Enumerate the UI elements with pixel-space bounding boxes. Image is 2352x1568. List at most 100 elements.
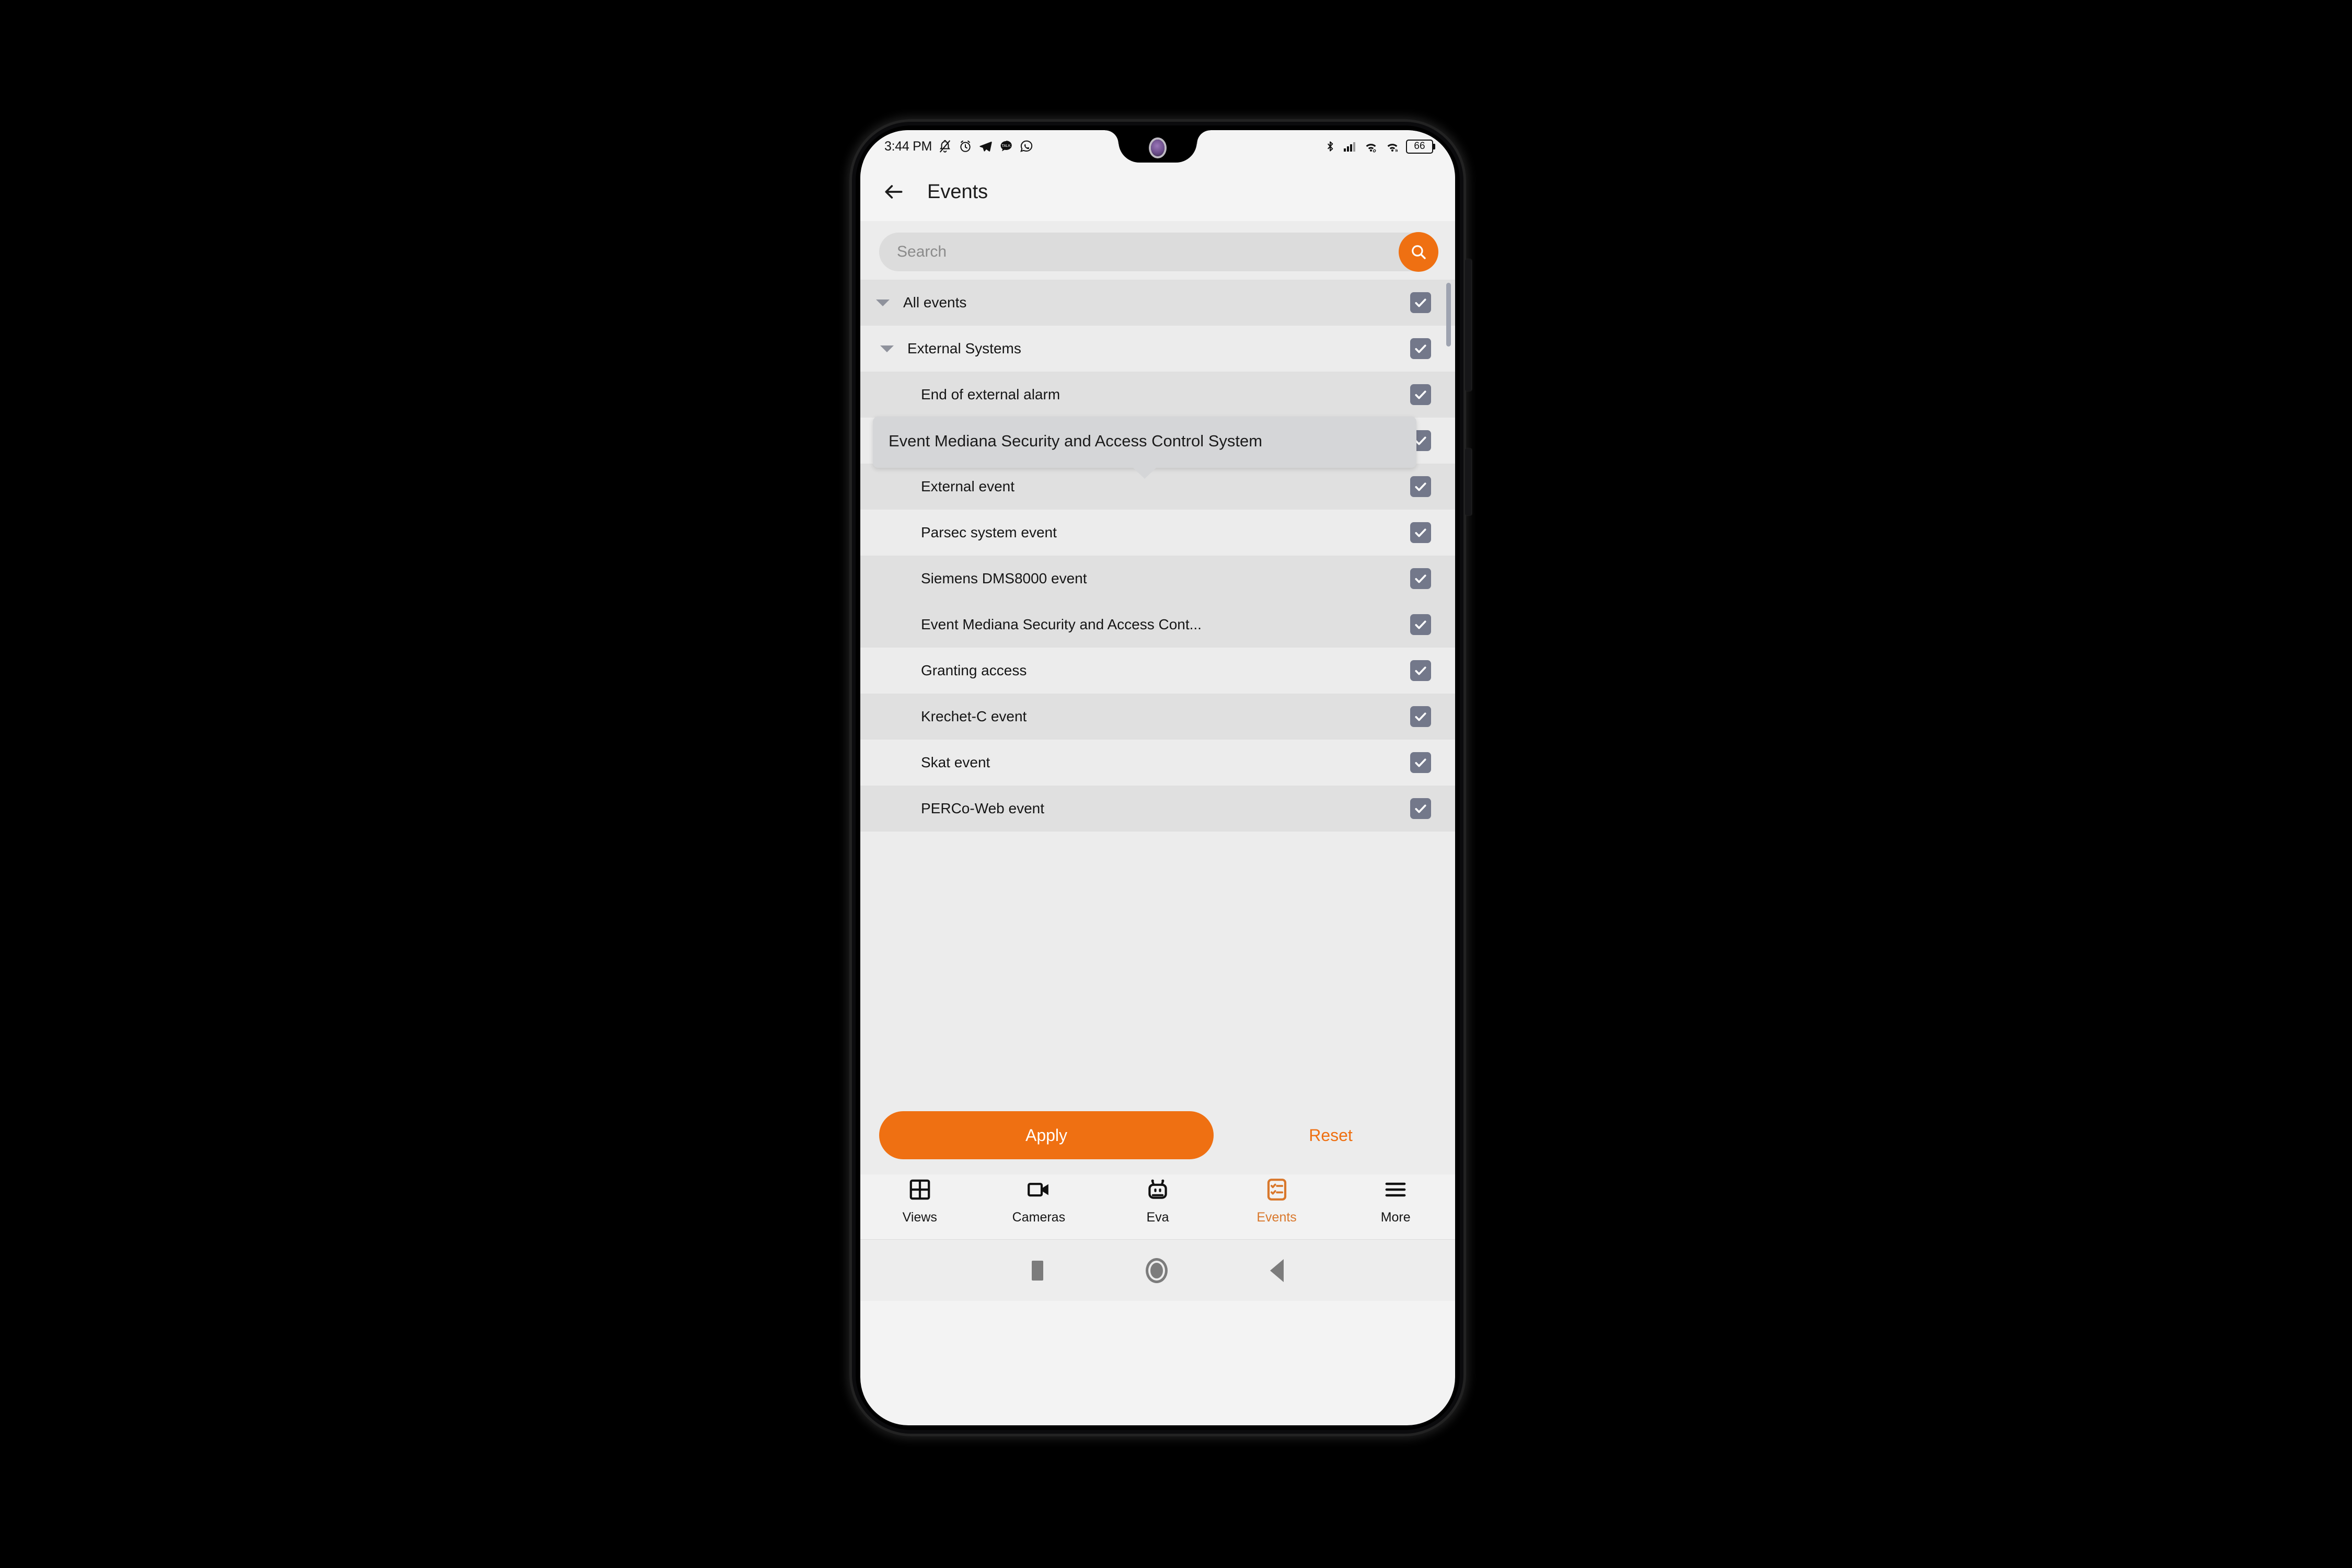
checkbox[interactable] xyxy=(1410,798,1431,819)
checkbox[interactable] xyxy=(1410,752,1431,773)
check-icon xyxy=(1415,390,1426,399)
list-item-label: Skat event xyxy=(921,754,990,770)
search-input[interactable] xyxy=(897,243,1419,261)
alarm-clock-icon xyxy=(960,140,971,152)
list-item[interactable]: Krechet-C event xyxy=(860,694,1455,740)
battery-level: 66 xyxy=(1414,141,1425,152)
telegram-icon xyxy=(979,141,992,152)
list-item[interactable]: External event xyxy=(860,464,1455,510)
video-camera-icon xyxy=(1026,1177,1051,1205)
nav-item-label: More xyxy=(1380,1209,1411,1225)
check-icon xyxy=(1415,758,1426,767)
app-bar: Events xyxy=(860,163,1455,221)
nav-item-more[interactable]: More xyxy=(1336,1177,1455,1225)
status-bar-right: 66 xyxy=(1323,139,1435,154)
list-item-label: Krechet-C event xyxy=(921,708,1027,724)
nav-item-label: Events xyxy=(1256,1209,1297,1225)
checkbox[interactable] xyxy=(1410,568,1431,589)
checkbox[interactable] xyxy=(1410,338,1431,359)
list-item[interactable]: Granting access xyxy=(860,648,1455,694)
circle-home-icon[interactable] xyxy=(1146,1258,1168,1283)
triangle-back-icon[interactable] xyxy=(1270,1259,1284,1282)
grid-icon xyxy=(907,1177,932,1205)
bluetooth-icon xyxy=(1327,141,1333,152)
nav-item-label: Eva xyxy=(1146,1209,1169,1225)
check-icon xyxy=(1415,574,1426,583)
list-item-label: All events xyxy=(903,294,967,310)
power-button[interactable] xyxy=(1465,448,1471,515)
check-icon xyxy=(1415,298,1426,307)
volume-button[interactable] xyxy=(1465,259,1471,391)
chevron-down-icon[interactable] xyxy=(874,299,892,306)
list-item-label: Event Mediana Security and Access Cont..… xyxy=(921,616,1202,632)
list-item[interactable]: Parsec system event xyxy=(860,510,1455,556)
event-list[interactable]: All events External Systems End of externa… xyxy=(860,280,1455,1096)
nav-item-label: Cameras xyxy=(1012,1209,1066,1225)
robot-icon xyxy=(1145,1177,1170,1205)
nav-item-cameras[interactable]: Cameras xyxy=(979,1177,1099,1225)
check-icon xyxy=(1415,666,1426,675)
checkbox[interactable] xyxy=(1410,706,1431,727)
whatsapp-icon xyxy=(1020,140,1033,152)
list-item-label: External event xyxy=(921,478,1014,494)
list-scrollbar[interactable] xyxy=(1446,283,1451,347)
list-item[interactable]: Siemens DMS8000 event xyxy=(860,556,1455,602)
list-item-label: External Systems xyxy=(907,340,1021,356)
action-bar: Apply Reset xyxy=(860,1096,1455,1174)
list-item[interactable]: Skat event xyxy=(860,740,1455,786)
checkbox[interactable] xyxy=(1410,522,1431,543)
search-button[interactable] xyxy=(1399,232,1438,272)
checkbox[interactable] xyxy=(1410,292,1431,313)
signal-bars-icon xyxy=(1344,142,1355,152)
android-nav-bar xyxy=(860,1239,1455,1301)
checklist-icon xyxy=(1264,1177,1289,1205)
square-recents-icon[interactable] xyxy=(1032,1260,1043,1281)
wifi-linked-icon xyxy=(1366,144,1376,153)
front-camera-icon xyxy=(1151,140,1165,156)
status-time: 3:44 PM xyxy=(884,139,932,154)
check-icon xyxy=(1415,712,1426,721)
chevron-down-icon[interactable] xyxy=(878,345,896,352)
tooltip-arrow-icon xyxy=(1133,467,1157,479)
check-icon xyxy=(1415,344,1426,353)
phone-frame: 3:44 PM TALK 66 Events Search All events… xyxy=(849,119,1471,1436)
svg-text:TALK: TALK xyxy=(1002,144,1011,148)
status-bar-left: 3:44 PM TALK xyxy=(884,139,1034,154)
list-item[interactable]: End of external alarm xyxy=(860,372,1455,418)
checkbox[interactable] xyxy=(1410,384,1431,405)
list-item[interactable]: Event Mediana Security and Access Cont..… xyxy=(860,602,1455,648)
check-icon xyxy=(1415,620,1426,629)
search-row xyxy=(860,221,1455,280)
list-item[interactable]: All events xyxy=(860,280,1455,326)
list-item[interactable]: PERCo-Web event xyxy=(860,786,1455,832)
list-item-label: Parsec system event xyxy=(921,524,1057,540)
app-body: All events External Systems End of externa… xyxy=(860,221,1455,1174)
tooltip-text: Event Mediana Security and Access Contro… xyxy=(889,432,1263,450)
search-icon xyxy=(1412,245,1426,259)
checkbox[interactable] xyxy=(1410,476,1431,497)
list-rows: All events External Systems End of externa… xyxy=(860,280,1455,832)
checkbox[interactable] xyxy=(1410,660,1431,681)
check-icon xyxy=(1415,804,1426,813)
nav-item-label: Views xyxy=(902,1209,937,1225)
talk-bubble-icon: TALK xyxy=(1000,141,1012,152)
nav-item-views[interactable]: Views xyxy=(860,1177,979,1225)
phone-screen: 3:44 PM TALK 66 Events Search All events… xyxy=(860,130,1455,1425)
wifi-icon xyxy=(1387,144,1398,152)
battery-icon: 66 xyxy=(1406,139,1435,154)
check-icon xyxy=(1415,528,1426,537)
list-item[interactable]: External Systems xyxy=(860,326,1455,372)
list-item-label: PERCo-Web event xyxy=(921,800,1045,816)
nav-item-eva[interactable]: Eva xyxy=(1098,1177,1217,1225)
back-arrow-icon[interactable] xyxy=(882,180,905,203)
list-item-label: Siemens DMS8000 event xyxy=(921,570,1087,586)
page-title: Events xyxy=(927,180,988,203)
nav-item-events[interactable]: Events xyxy=(1217,1177,1336,1225)
search-field[interactable] xyxy=(879,232,1438,272)
check-icon xyxy=(1415,482,1426,491)
apply-button[interactable]: Apply xyxy=(879,1111,1214,1159)
checkbox[interactable] xyxy=(1410,614,1431,635)
reset-button[interactable]: Reset xyxy=(1225,1126,1436,1145)
hamburger-icon xyxy=(1383,1177,1408,1205)
tooltip: Event Mediana Security and Access Contro… xyxy=(873,417,1416,479)
